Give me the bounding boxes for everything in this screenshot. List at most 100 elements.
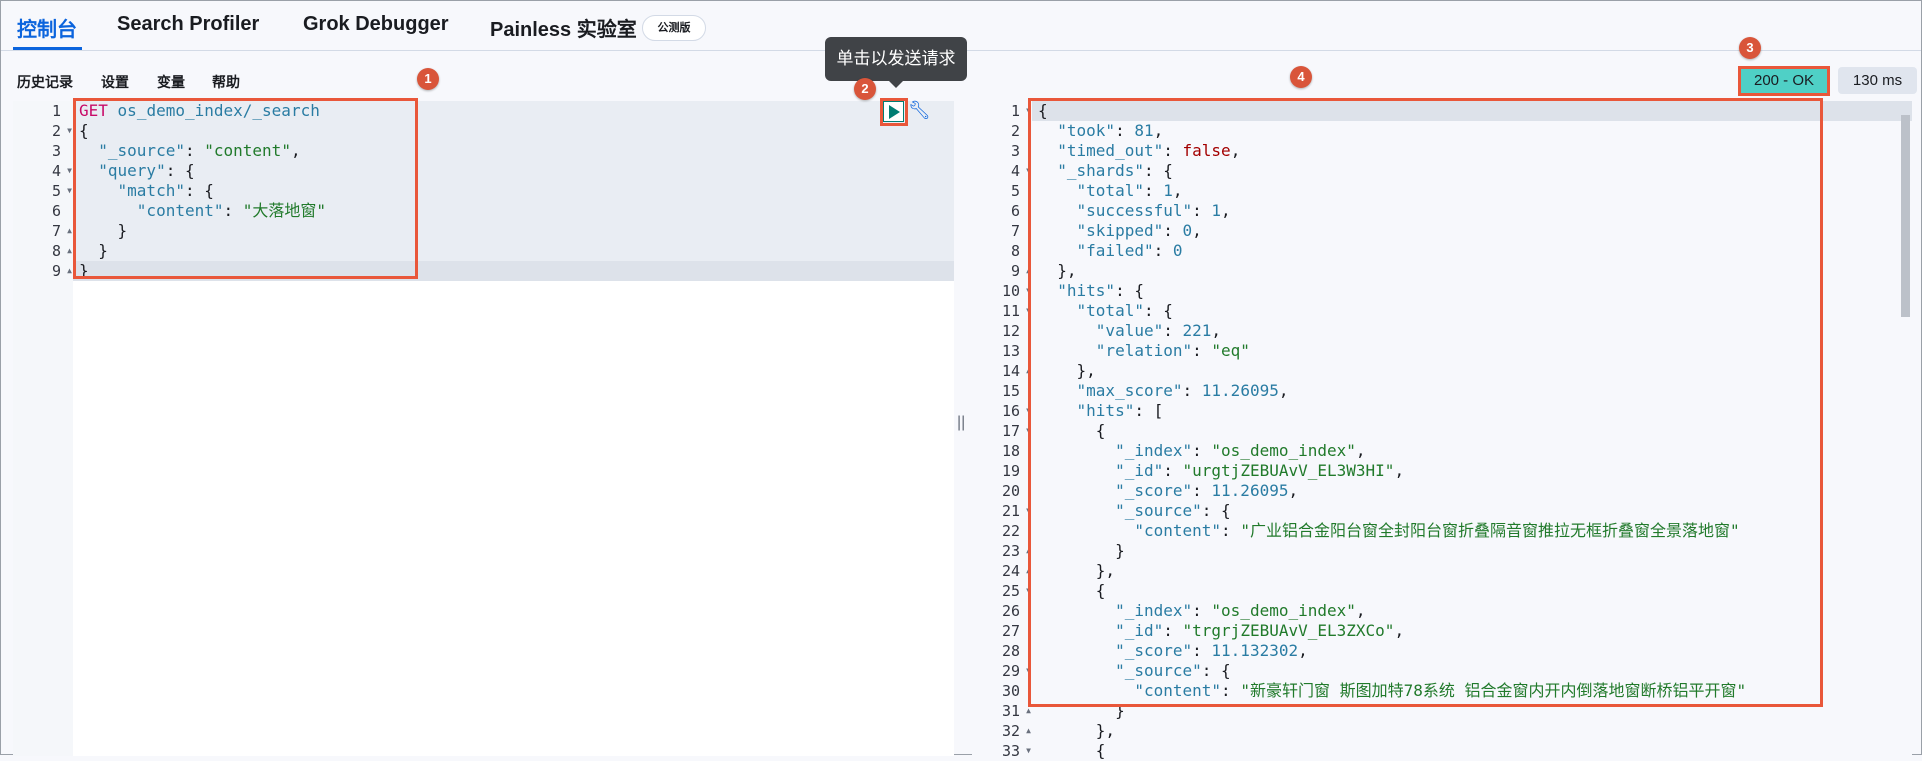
send-request-button[interactable] xyxy=(883,101,904,122)
code-token: : xyxy=(1163,621,1173,640)
code-token: : xyxy=(1192,341,1202,360)
help-button[interactable]: 帮助 xyxy=(212,72,240,92)
unfold-toggle-icon[interactable]: ▲ xyxy=(1026,701,1031,721)
code-line: "_score": 11.26095, xyxy=(1032,481,1912,501)
fold-toggle-icon[interactable]: ▼ xyxy=(1026,741,1031,761)
code-token: { xyxy=(184,161,195,180)
code-token: : xyxy=(1201,661,1212,680)
code-token: "新豪轩门窗 斯图加特78系统 铝合金窗内开内倒落地窗断桥铝平开窗" xyxy=(1240,681,1747,700)
code-token: } xyxy=(117,221,128,240)
fold-toggle-icon[interactable]: ▼ xyxy=(1026,101,1031,121)
code-token: [ xyxy=(1153,401,1164,420)
tab-painless-lab[interactable]: Painless 实验室 xyxy=(490,13,637,42)
fold-toggle-icon[interactable]: ▼ xyxy=(1026,161,1031,181)
code-token: "_index" xyxy=(1115,601,1193,620)
send-request-tooltip: 单击以发送请求 xyxy=(825,37,967,88)
pane-resize-handle[interactable]: || xyxy=(957,414,965,432)
code-token: , xyxy=(1288,481,1299,500)
line-number: 1 ▼ xyxy=(1010,101,1031,121)
code-token: "content" xyxy=(1134,681,1222,700)
code-line: "total": { xyxy=(1032,301,1912,321)
unfold-toggle-icon[interactable]: ▲ xyxy=(1026,261,1031,281)
code-line: "_shards": { xyxy=(1032,161,1912,181)
fold-toggle-icon[interactable]: ▼ xyxy=(1026,281,1031,301)
line-number: 17 ▼ xyxy=(1001,421,1031,441)
unfold-toggle-icon[interactable]: ▲ xyxy=(67,261,72,281)
code-token: "_id" xyxy=(1115,461,1164,480)
tab-console[interactable]: 控制台 xyxy=(17,13,77,42)
code-token: , xyxy=(1192,221,1202,240)
fold-toggle-icon[interactable]: ▼ xyxy=(67,121,72,141)
fold-toggle-icon[interactable]: ▼ xyxy=(1026,301,1031,321)
response-scrollbar[interactable] xyxy=(1899,101,1911,756)
history-button[interactable]: 历史记录 xyxy=(17,72,73,92)
code-token: "_id" xyxy=(1115,621,1164,640)
fold-toggle-icon[interactable]: ▼ xyxy=(1026,661,1031,681)
request-code[interactable]: GET os_demo_index/_search{ "_source": "c… xyxy=(73,101,954,281)
code-token: "successful" xyxy=(1076,201,1193,220)
code-token: , xyxy=(1394,461,1405,480)
code-token: "hits" xyxy=(1057,281,1116,300)
code-line: "successful": 1, xyxy=(1032,201,1912,221)
line-number: 10 ▼ xyxy=(1001,281,1031,301)
tab-grok-debugger[interactable]: Grok Debugger xyxy=(303,13,449,36)
code-line: "_source": { xyxy=(1032,501,1912,521)
unfold-toggle-icon[interactable]: ▲ xyxy=(67,221,72,241)
fold-toggle-icon[interactable]: ▼ xyxy=(1026,401,1031,421)
unfold-toggle-icon[interactable]: ▲ xyxy=(1026,721,1031,741)
unfold-toggle-icon[interactable]: ▲ xyxy=(1026,561,1031,581)
fold-toggle-icon[interactable]: ▼ xyxy=(1026,421,1031,441)
code-line: "content": "广业铝合金阳台窗全封阳台窗折叠隔音窗推拉无框折叠窗全景落… xyxy=(1032,521,1912,541)
code-token: { xyxy=(1095,421,1106,440)
unfold-toggle-icon[interactable]: ▲ xyxy=(1026,361,1031,381)
line-number: 2 ▼ xyxy=(51,121,72,141)
code-token: "took" xyxy=(1057,121,1116,140)
code-token: : xyxy=(1163,221,1173,240)
scrollbar-thumb[interactable] xyxy=(1901,115,1910,317)
code-token: "skipped" xyxy=(1076,221,1164,240)
line-number: 9 ▲ xyxy=(51,261,72,281)
line-number: 33 ▼ xyxy=(1001,741,1031,761)
line-number: 5 ▼ xyxy=(51,181,72,201)
code-token: , xyxy=(1355,601,1366,620)
response-viewer[interactable]: 1 ▼ 2 3 4 ▼ 5 6 7 8 9 ▲ 10 ▼ 11 ▼ 12 13 14 ▲ 15 16 ▼ 17 ▼ 18 19 20 2… xyxy=(972,101,1912,760)
line-number: 30 xyxy=(1001,682,1020,700)
unfold-toggle-icon[interactable]: ▲ xyxy=(67,241,72,261)
code-token: 11.132302 xyxy=(1211,641,1299,660)
settings-button[interactable]: 设置 xyxy=(101,72,129,92)
fold-toggle-icon[interactable]: ▼ xyxy=(67,181,72,201)
tab-search-profiler[interactable]: Search Profiler xyxy=(117,13,259,36)
code-line: "max_score": 11.26095, xyxy=(1032,381,1912,401)
code-token: { xyxy=(1095,581,1106,600)
code-line: { xyxy=(73,121,954,141)
line-number: 26 xyxy=(1001,602,1020,620)
code-line: { xyxy=(1032,741,1912,761)
code-line: "content": "新豪轩门窗 斯图加特78系统 铝合金窗内开内倒落地窗断桥… xyxy=(1032,681,1912,701)
unfold-toggle-icon[interactable]: ▲ xyxy=(1026,541,1031,561)
code-token: , xyxy=(1278,381,1289,400)
request-editor[interactable]: 1 2 ▼ 3 4 ▼ 5 ▼ 6 7 ▲ 8 ▲ 9 ▲ GET os_demo_index/_searc… xyxy=(13,101,954,756)
wrench-icon[interactable]: 🔧︎ xyxy=(908,100,931,121)
fold-toggle-icon[interactable]: ▼ xyxy=(1026,581,1031,601)
code-token: : xyxy=(1221,521,1231,540)
code-token: : xyxy=(1192,441,1202,460)
fold-toggle-icon[interactable]: ▼ xyxy=(67,161,72,181)
line-number: 11 ▼ xyxy=(1001,301,1031,321)
variables-button[interactable]: 变量 xyxy=(157,72,185,92)
fold-toggle-icon[interactable]: ▼ xyxy=(1026,501,1031,521)
line-number: 7 ▲ xyxy=(51,221,72,241)
